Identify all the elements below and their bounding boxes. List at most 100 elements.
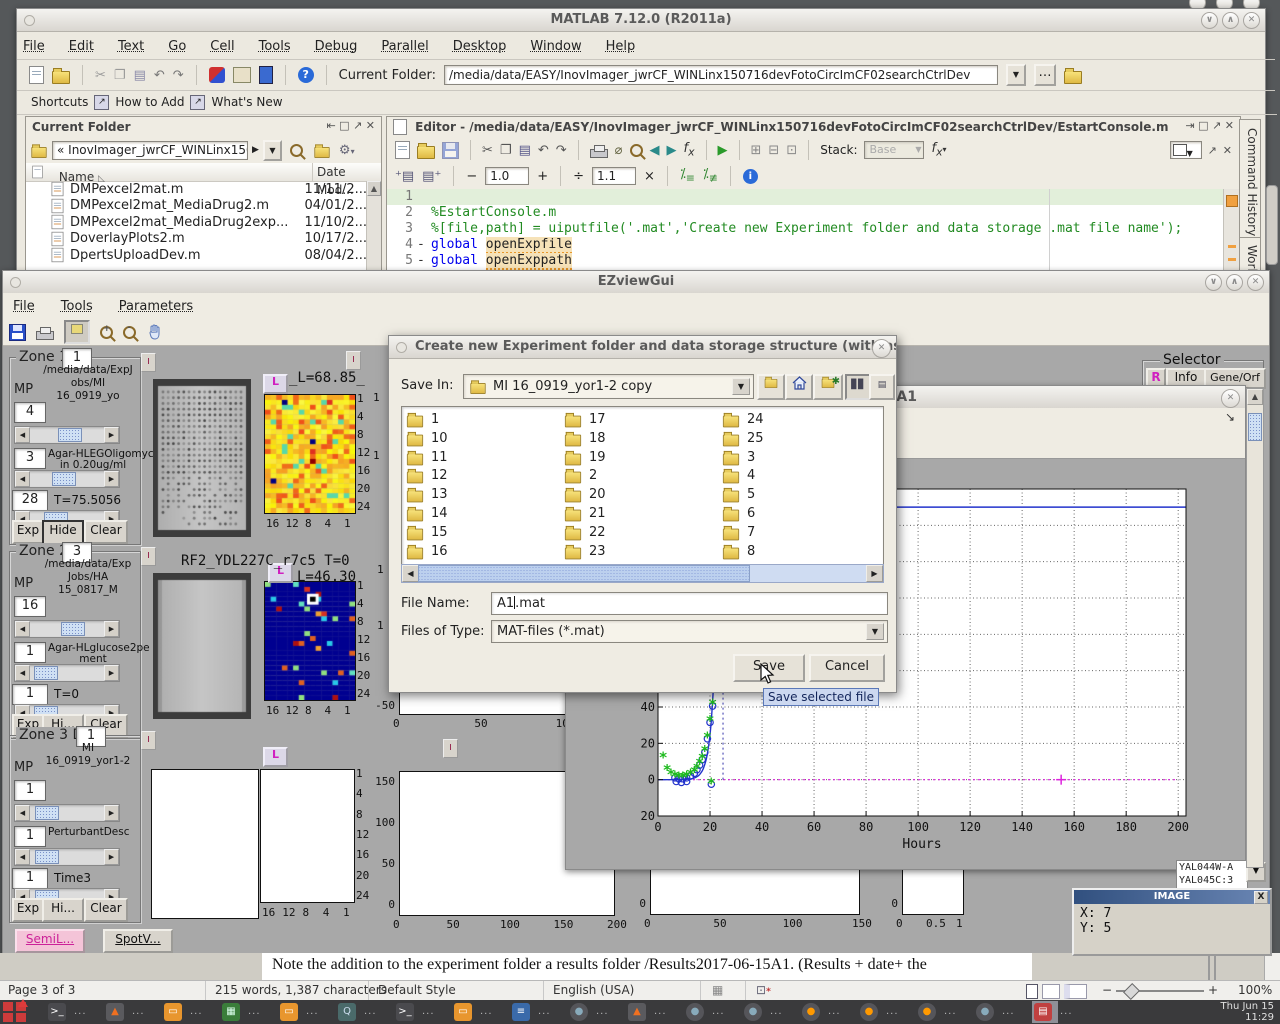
folder-list-hscrollbar[interactable]: ◀ ▶ <box>401 564 884 583</box>
info-icon[interactable]: i <box>743 169 758 184</box>
folder-item[interactable]: 25 <box>722 430 872 447</box>
table-row[interactable]: DMPexcel2mat_MediaDrug2.m04/01/2... <box>26 198 367 214</box>
save-in-dropdown-icon[interactable]: ▼ <box>732 378 750 395</box>
uncomment-percent-icon[interactable]: ⁒≢ <box>703 167 718 185</box>
file-name[interactable]: DoverlayPlots2.m <box>70 231 299 246</box>
open-file-icon[interactable] <box>52 71 70 84</box>
folder-name[interactable]: 24 <box>747 412 764 427</box>
folder-item[interactable]: 17 <box>564 411 714 428</box>
editor-redo-icon[interactable]: ↷ <box>556 143 567 158</box>
files-of-type-dropdown-icon[interactable]: ▼ <box>866 623 884 640</box>
folder-item[interactable]: 21 <box>564 505 714 522</box>
code-line[interactable]: 3%[file,path] = uiputfile('.mat','Create… <box>387 221 1224 237</box>
cell-exec-icon[interactable]: ⊟ <box>768 143 779 158</box>
back-icon[interactable]: ◀ <box>650 143 660 158</box>
folder-name[interactable]: 7 <box>747 525 755 540</box>
slider-thumb[interactable] <box>35 806 59 820</box>
folder-item[interactable]: 16 <box>406 543 556 560</box>
file-name[interactable]: DMPexcel2mat_MediaDrug2.m <box>70 198 299 213</box>
forward-icon[interactable]: ▶ <box>667 143 677 158</box>
taskbar-icon-matlab[interactable]: ▲ <box>626 1001 648 1023</box>
taskbar-icon-file-manager[interactable]: ▭ <box>452 1001 474 1023</box>
code-line[interactable]: 2%EstartConsole.m <box>387 205 1224 221</box>
taskbar-icon-writer-active[interactable]: ▤ <box>1032 1001 1058 1023</box>
zoom-out-icon[interactable]: - <box>123 326 136 339</box>
folder-name[interactable]: 11 <box>431 450 448 465</box>
editor-search-icon[interactable] <box>630 144 643 157</box>
folder-name[interactable]: 25 <box>747 431 764 446</box>
taskbar-icon-file-manager[interactable]: ▭ <box>162 1001 184 1023</box>
file-name[interactable]: DMPexcel2mat.m <box>70 182 299 197</box>
slider-left-icon[interactable]: ◀ <box>15 849 30 865</box>
increase-indent-icon[interactable]: ⁺▤ <box>395 169 414 184</box>
fx-find-icon[interactable]: fx▾ <box>931 141 946 159</box>
zone-field-3[interactable]: 28 <box>12 490 48 511</box>
folder-name[interactable]: 12 <box>431 468 448 483</box>
slider-thumb[interactable] <box>34 666 58 680</box>
zone-button-exp[interactable]: Exp <box>12 898 44 922</box>
list-view-button[interactable]: ▤ <box>869 374 895 400</box>
page-style[interactable]: Default Style <box>378 983 456 997</box>
zone-field-3[interactable]: 1 <box>12 868 48 889</box>
dialog-close-button[interactable]: ✕ <box>872 339 891 358</box>
slider-thumb[interactable] <box>52 472 76 486</box>
taskbar-clock[interactable]: Thu Jun 1511:29 <box>1221 1001 1275 1023</box>
maximize-button[interactable]: ∧ <box>1222 12 1239 29</box>
workspace-pager-icon[interactable] <box>2 1001 28 1023</box>
folder-item[interactable]: 12 <box>406 467 556 484</box>
code-line[interactable]: 1 <box>387 189 1224 205</box>
ezview-maximize-button[interactable]: ∧ <box>1226 274 1243 291</box>
zone-detach-button[interactable]: I <box>141 353 156 372</box>
slider-right-icon[interactable]: ▶ <box>104 849 119 865</box>
home-button[interactable] <box>785 374 813 400</box>
slider-right-icon[interactable]: ▶ <box>104 665 119 681</box>
how-to-add-icon[interactable]: ↗ <box>94 95 109 110</box>
up-one-level-button[interactable] <box>757 374 785 400</box>
zone-field-2[interactable]: 1 <box>14 826 46 847</box>
folder-item[interactable]: 11 <box>406 449 556 466</box>
folder-item[interactable]: 4 <box>722 467 872 484</box>
folder-name[interactable]: 19 <box>589 450 606 465</box>
gear-icon[interactable]: ⚙▾ <box>339 143 355 158</box>
code-line[interactable]: 5-global openExppath <box>387 253 1224 269</box>
folder-item[interactable]: 5 <box>722 486 872 503</box>
zone-field-3[interactable]: 1 <box>12 684 48 705</box>
slider-left-icon[interactable]: ◀ <box>15 471 30 487</box>
folder-name[interactable]: 2 <box>589 468 597 483</box>
hscroll-thumb[interactable] <box>418 565 750 582</box>
ezview-titlebar[interactable]: EZviewGui ∨ ∧ ✕ <box>3 271 1269 294</box>
folder-name[interactable]: 8 <box>747 544 755 559</box>
folder-name[interactable]: 14 <box>431 506 448 521</box>
mlint-indicator[interactable] <box>1226 195 1238 207</box>
folder-item[interactable]: 13 <box>406 486 556 503</box>
menu-cell[interactable]: Cell <box>210 39 234 54</box>
function-hint-icon[interactable]: fx <box>684 141 695 159</box>
redo-icon[interactable]: ↷ <box>173 68 184 83</box>
plate-image[interactable] <box>153 379 251 537</box>
document-text[interactable]: Note the addition to the experiment fold… <box>272 956 1032 974</box>
file-table-header[interactable]: Name ◺ Date Mod... <box>26 163 381 182</box>
zone-field-2[interactable]: 1 <box>14 642 46 663</box>
slider-left-icon[interactable]: ◀ <box>15 665 30 681</box>
minimize-button[interactable]: ∨ <box>1201 12 1218 29</box>
slider-left-icon[interactable]: ◀ <box>15 805 30 821</box>
paste-icon[interactable]: ▤ <box>134 68 146 83</box>
guide-icon[interactable] <box>233 67 251 83</box>
hscroll-left-icon[interactable]: ◀ <box>402 565 419 582</box>
selection-mode-icon[interactable]: ▦ <box>712 983 723 997</box>
zoom-in-icon[interactable]: + <box>100 326 113 339</box>
folder-item[interactable]: 24 <box>722 411 872 428</box>
book-view-icon[interactable] <box>1064 984 1087 999</box>
slider-thumb[interactable] <box>58 428 82 442</box>
right-scrollbar[interactable]: ▲ <box>1246 388 1264 868</box>
folder-item[interactable]: 20 <box>564 486 714 503</box>
folder-item[interactable]: 10 <box>406 430 556 447</box>
folder-item-clipped[interactable] <box>880 524 884 541</box>
row-detach-button[interactable]: I <box>346 351 361 370</box>
zoom-minus-icon[interactable]: − <box>1102 983 1112 997</box>
resize-corner-icon[interactable]: ↘ <box>1225 410 1235 424</box>
pan-hand-icon[interactable] <box>146 323 164 341</box>
folder-name[interactable]: 13 <box>431 487 448 502</box>
editor-open-icon[interactable] <box>417 146 435 159</box>
divide-icon[interactable]: ÷ <box>573 169 584 184</box>
